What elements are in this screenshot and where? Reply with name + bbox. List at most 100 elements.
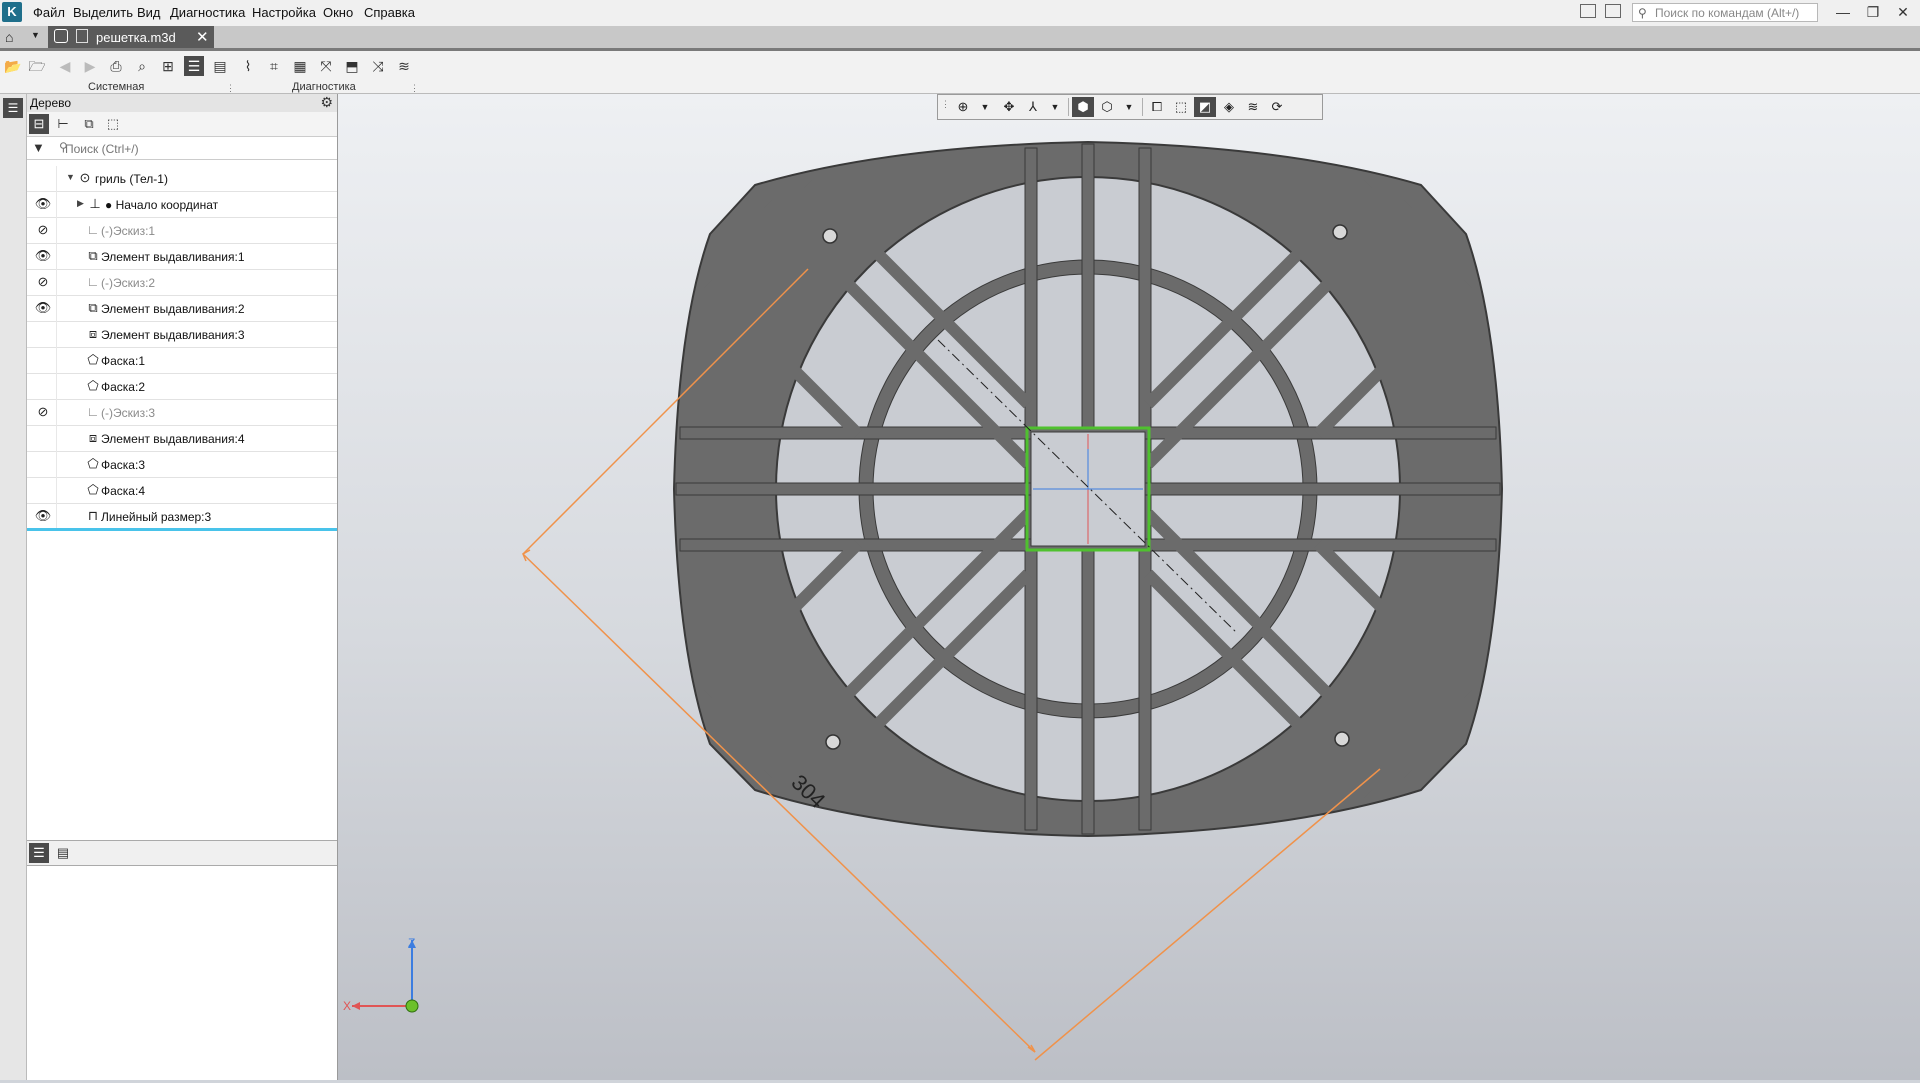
menu-view[interactable]: Вид [137, 5, 161, 20]
tree-selection-indicator [27, 528, 337, 531]
tree-row[interactable]: 👁 ⧉ Элемент выдавливания:1 [27, 244, 337, 270]
undo-icon[interactable]: ◀ [55, 56, 75, 76]
tree-view-tab-icon[interactable]: ☰ [29, 843, 49, 863]
tree-hierarchy-icon[interactable]: ⊢ [53, 114, 73, 134]
tree-row[interactable]: ⬠ Фаска:1 [27, 348, 337, 374]
properties-view-tab-icon[interactable]: ▤ [53, 843, 73, 863]
properties-icon[interactable]: ⊞ [158, 56, 178, 76]
open-recent-icon[interactable]: 🗁 [27, 56, 47, 76]
grip-icon[interactable]: ⋮ [226, 83, 235, 94]
chevron-down-icon[interactable]: ▼ [31, 30, 40, 40]
chevron-down-icon[interactable]: ▼ [1118, 97, 1140, 117]
menu-settings[interactable]: Настройка [252, 5, 316, 20]
toolbar-group-system-label: Системная [88, 81, 145, 93]
diagnostics-tool-5-icon[interactable]: ⬒ [342, 56, 362, 76]
chamfer-icon: ⬠ [87, 378, 99, 393]
open-folder-icon[interactable]: 📂 [3, 56, 23, 76]
tree-row[interactable]: ⊘ ∟ (-)Эскиз:2 [27, 270, 337, 296]
tree-row[interactable]: ⊘ ∟ (-)Эскиз:1 [27, 218, 337, 244]
tree-row[interactable]: ⧈ Элемент выдавливания:3 [27, 322, 337, 348]
diagnostics-tool-1-icon[interactable]: ⌇ [238, 56, 258, 76]
expand-arrow-icon[interactable]: ▶ [77, 198, 84, 209]
tree-row[interactable]: ⧈ Элемент выдавливания:4 [27, 426, 337, 452]
visibility-column [27, 374, 57, 400]
screen-icon[interactable] [1605, 4, 1621, 18]
home-icon[interactable]: ⌂ [5, 29, 13, 45]
tree-row[interactable]: 👁 ⊓ Линейный размер:3 [27, 504, 337, 530]
diagnostics-tool-3-icon[interactable]: ▦ [290, 56, 310, 76]
hidden-eye-icon[interactable]: ⊘ [31, 274, 55, 292]
tree-structure-icon[interactable]: ⊟ [29, 114, 49, 134]
hidden-eye-icon[interactable]: ⊘ [31, 404, 55, 422]
orientation-icon[interactable]: ⅄ [1022, 97, 1044, 117]
model-viewport[interactable]: 304 Z X [338, 94, 1920, 1080]
sketch-icon: ∟ [86, 274, 100, 289]
tree-search-input[interactable] [49, 139, 349, 159]
menu-select[interactable]: Выделить [73, 5, 133, 20]
app-logo-icon[interactable]: K [2, 2, 22, 22]
filter-icon[interactable]: ▼ [32, 140, 45, 155]
visibility-filter-icon[interactable]: ≋ [1242, 97, 1264, 117]
diagnostics-tool-6-icon[interactable]: ⤨ [368, 56, 388, 76]
zoom-icon[interactable]: ⊕ [952, 97, 974, 117]
parameters-icon[interactable]: ▤ [210, 56, 230, 76]
close-tab-icon[interactable]: ✕ [196, 28, 209, 46]
command-search-input[interactable]: ⚲ Поиск по командам (Alt+/) [1632, 3, 1818, 22]
print-icon[interactable]: ⎙ [106, 56, 126, 76]
wireframe-view-icon[interactable]: ⬡ [1096, 97, 1118, 117]
dimension-icon: ⊓ [87, 508, 99, 523]
tree-row[interactable]: ⬠ Фаска:2 [27, 374, 337, 400]
sketch-icon: ∟ [86, 404, 100, 419]
tree-panel-tab-icon[interactable]: ☰ [3, 98, 23, 118]
tree-toggle-icon[interactable]: ☰ [184, 56, 204, 76]
layers-icon[interactable]: ◈ [1218, 97, 1240, 117]
document-tab-bar: ⌂ ▼ решетка.m3d ✕ [0, 26, 1920, 48]
tree-row[interactable]: ⬠ Фаска:3 [27, 452, 337, 478]
tree-row[interactable]: ⊘ ∟ (-)Эскиз:3 [27, 400, 337, 426]
diagnostics-tool-7-icon[interactable]: ≋ [394, 56, 414, 76]
select-filter-icon[interactable]: ⬚ [1170, 97, 1192, 117]
section-view-icon[interactable]: ⧠ [1146, 97, 1168, 117]
rotate-icon[interactable]: ⟳ [1266, 97, 1288, 117]
layout-icon[interactable] [1580, 4, 1596, 18]
grip-icon[interactable]: ⋮ [410, 83, 419, 94]
chevron-down-icon[interactable]: ▼ [1044, 97, 1066, 117]
visible-eye-icon[interactable]: 👁 [31, 248, 55, 266]
tree-row-label: (-)Эскиз:3 [101, 406, 156, 420]
menu-help[interactable]: Справка [364, 5, 415, 20]
tree-row[interactable]: ⬠ Фаска:4 [27, 478, 337, 504]
gear-icon[interactable]: ⚙ [320, 94, 333, 111]
grille-model[interactable] [672, 140, 1504, 838]
menu-diagnostics[interactable]: Диагностика [170, 5, 245, 20]
visible-eye-icon[interactable]: 👁 [31, 508, 55, 526]
hidden-eye-icon[interactable]: ⊘ [31, 222, 55, 240]
panel-side-strip: ☰ [0, 94, 27, 1080]
menu-bar: K Файл Выделить Вид Диагностика Настройк… [0, 0, 1920, 27]
diagnostics-tool-2-icon[interactable]: ⌗ [264, 56, 284, 76]
collapse-arrow-icon[interactable]: ▼ [66, 172, 75, 182]
visible-eye-icon[interactable]: 👁 [31, 196, 55, 214]
pan-icon[interactable]: ✥ [998, 97, 1020, 117]
tree-select-icon[interactable]: ⬚ [103, 114, 123, 134]
tree-row-root[interactable]: ▼ ⊙ гриль (Тел-1) [27, 166, 337, 192]
shaded-view-icon[interactable]: ⬢ [1072, 97, 1094, 117]
minimize-button[interactable]: — [1830, 2, 1856, 22]
display-mode-icon[interactable]: ◩ [1194, 97, 1216, 117]
tree-row[interactable]: 👁 ▶ ⊥ ● Начало координат [27, 192, 337, 218]
diagnostics-tool-4-icon[interactable]: ⤧ [316, 56, 336, 76]
close-window-button[interactable]: ✕ [1890, 2, 1916, 22]
tree-components-icon[interactable]: ⧉ [79, 114, 99, 134]
tab-document[interactable]: решетка.m3d ✕ [48, 26, 214, 48]
visibility-column [27, 426, 57, 452]
grip-icon[interactable]: ⋮ [941, 99, 950, 110]
menu-file[interactable]: Файл [33, 5, 65, 20]
visibility-column [27, 452, 57, 478]
restore-button[interactable]: ❐ [1860, 2, 1886, 22]
visible-eye-icon[interactable]: 👁 [31, 300, 55, 318]
chevron-down-icon[interactable]: ▼ [974, 97, 996, 117]
redo-icon[interactable]: ▶ [80, 56, 100, 76]
model-canvas[interactable]: 304 Z X [338, 94, 1920, 1080]
menu-window[interactable]: Окно [323, 5, 353, 20]
tree-row[interactable]: 👁 ⧉ Элемент выдавливания:2 [27, 296, 337, 322]
preview-icon[interactable]: ⌕ [132, 56, 152, 76]
